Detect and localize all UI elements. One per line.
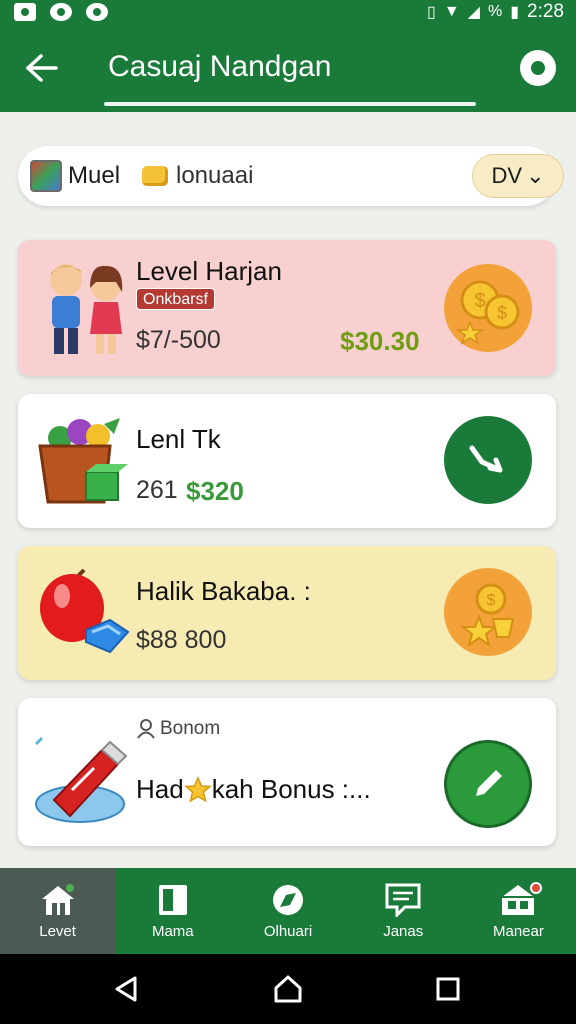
coins-button[interactable]: $ $ bbox=[444, 264, 532, 352]
nav-label: Mama bbox=[151, 922, 194, 940]
status-badge: Onkbarsf bbox=[136, 288, 215, 310]
call-button[interactable] bbox=[444, 416, 532, 504]
battery-icon: ▮ bbox=[510, 4, 520, 21]
card-reward: $320 bbox=[186, 476, 244, 506]
level-card-1[interactable]: Level Harjan Onkbarsf $7/-500 $30.30 $ $ bbox=[18, 240, 556, 376]
arrow-left-icon bbox=[26, 54, 58, 82]
nav-item-olhuari[interactable]: Olhuari bbox=[230, 868, 345, 954]
settings-button[interactable] bbox=[520, 50, 556, 86]
person-icon bbox=[137, 719, 155, 739]
card-price: 261 bbox=[136, 476, 178, 504]
book-icon bbox=[153, 883, 193, 917]
bonus-title: Had kah Bonus :... bbox=[136, 774, 371, 805]
reward-button[interactable]: $ bbox=[444, 568, 532, 656]
card-price: $7/-500 bbox=[136, 326, 221, 354]
triangle-back-icon bbox=[115, 976, 137, 1002]
level-card-3[interactable]: Halik Bakaba. : $88 800 $ bbox=[18, 546, 556, 680]
status-right: ▯ ▼ ◢ % ▮ 2:28 bbox=[427, 0, 564, 24]
chat-icon bbox=[383, 883, 423, 917]
sync-notification-icon bbox=[86, 3, 108, 21]
card-price: $88 800 bbox=[136, 626, 227, 654]
status-time: 2:28 bbox=[527, 1, 564, 22]
nav-label: Manear bbox=[492, 922, 544, 940]
couple-icon bbox=[50, 264, 123, 354]
filter-bar: Muel lonuaai DV ⌄ bbox=[18, 146, 564, 206]
gallery-notification-icon bbox=[14, 3, 36, 21]
filter-dropdown[interactable]: DV ⌄ bbox=[472, 154, 564, 198]
edit-icon bbox=[476, 770, 502, 796]
nav-label: Janas bbox=[383, 922, 424, 940]
home-outline-icon bbox=[274, 975, 302, 1003]
filter-thumbnail-icon bbox=[30, 160, 62, 192]
filter-text: lonuaai bbox=[176, 162, 254, 189]
home-icon bbox=[38, 883, 78, 917]
bonus-title-prefix: Had bbox=[136, 774, 184, 804]
square-recents-icon bbox=[436, 977, 460, 1001]
apple-gem-icon bbox=[40, 568, 130, 654]
system-recents-button[interactable] bbox=[428, 972, 468, 1006]
bottom-nav: Levet Mama Olhuari Janas Manear bbox=[0, 868, 576, 954]
vibrate-icon: ▯ bbox=[427, 4, 436, 21]
svg-text:$: $ bbox=[497, 303, 507, 323]
nav-item-mama[interactable]: Mama bbox=[115, 868, 230, 954]
coins-icon: $ $ bbox=[455, 280, 520, 345]
bottle-icon bbox=[34, 736, 128, 823]
status-bar: ▯ ▼ ◢ % ▮ 2:28 bbox=[0, 0, 576, 24]
star-icon bbox=[183, 775, 212, 803]
level-card-2[interactable]: Lenl Tk 261 $320 bbox=[18, 394, 556, 528]
chevron-down-icon: ⌄ bbox=[526, 163, 545, 188]
filter-name: Muel bbox=[68, 162, 121, 189]
dropdown-value: DV bbox=[491, 163, 523, 188]
system-nav-bar bbox=[0, 954, 576, 1024]
title-underline bbox=[104, 102, 476, 106]
bonus-subtitle: Bonom bbox=[160, 718, 221, 739]
signal-icon: ◢ bbox=[467, 4, 480, 21]
system-back-button[interactable] bbox=[106, 972, 146, 1006]
compass-icon bbox=[268, 883, 308, 917]
notification-dot bbox=[530, 882, 543, 894]
nav-label: Levet bbox=[39, 922, 76, 940]
coin-icon bbox=[142, 166, 168, 186]
page-title: Casuaj Nandgan bbox=[108, 50, 332, 83]
bonus-card[interactable]: Bonom Had kah Bonus :... bbox=[18, 698, 556, 846]
system-home-button[interactable] bbox=[268, 972, 308, 1006]
coin-star-icon: $ bbox=[460, 583, 515, 647]
status-left bbox=[14, 0, 108, 24]
nav-label: Olhuari bbox=[263, 922, 313, 940]
bonus-subtitle-row: Bonom bbox=[136, 718, 220, 740]
card-title: Halik Bakaba. : bbox=[136, 576, 311, 606]
gear-icon bbox=[531, 61, 545, 75]
basket-icon bbox=[38, 418, 128, 504]
app-bar: Casuaj Nandgan bbox=[0, 24, 576, 112]
bonus-title-suffix: kah Bonus :... bbox=[211, 774, 371, 804]
nav-item-level[interactable]: Levet bbox=[0, 868, 116, 954]
back-button[interactable] bbox=[20, 46, 64, 90]
battery-percent: % bbox=[487, 3, 503, 20]
app-notification-icon bbox=[50, 3, 72, 21]
svg-text:$: $ bbox=[474, 290, 485, 312]
card-title: Lenl Tk bbox=[136, 424, 221, 454]
card-title: Level Harjan bbox=[136, 256, 282, 286]
nav-item-janas[interactable]: Janas bbox=[346, 868, 461, 954]
nav-item-manear[interactable]: Manear bbox=[461, 868, 576, 954]
card-reward: $30.30 bbox=[340, 326, 420, 356]
phone-icon bbox=[469, 445, 503, 473]
wifi-icon: ▼ bbox=[443, 3, 460, 20]
edit-button[interactable] bbox=[444, 740, 532, 828]
svg-text:$: $ bbox=[487, 592, 496, 609]
